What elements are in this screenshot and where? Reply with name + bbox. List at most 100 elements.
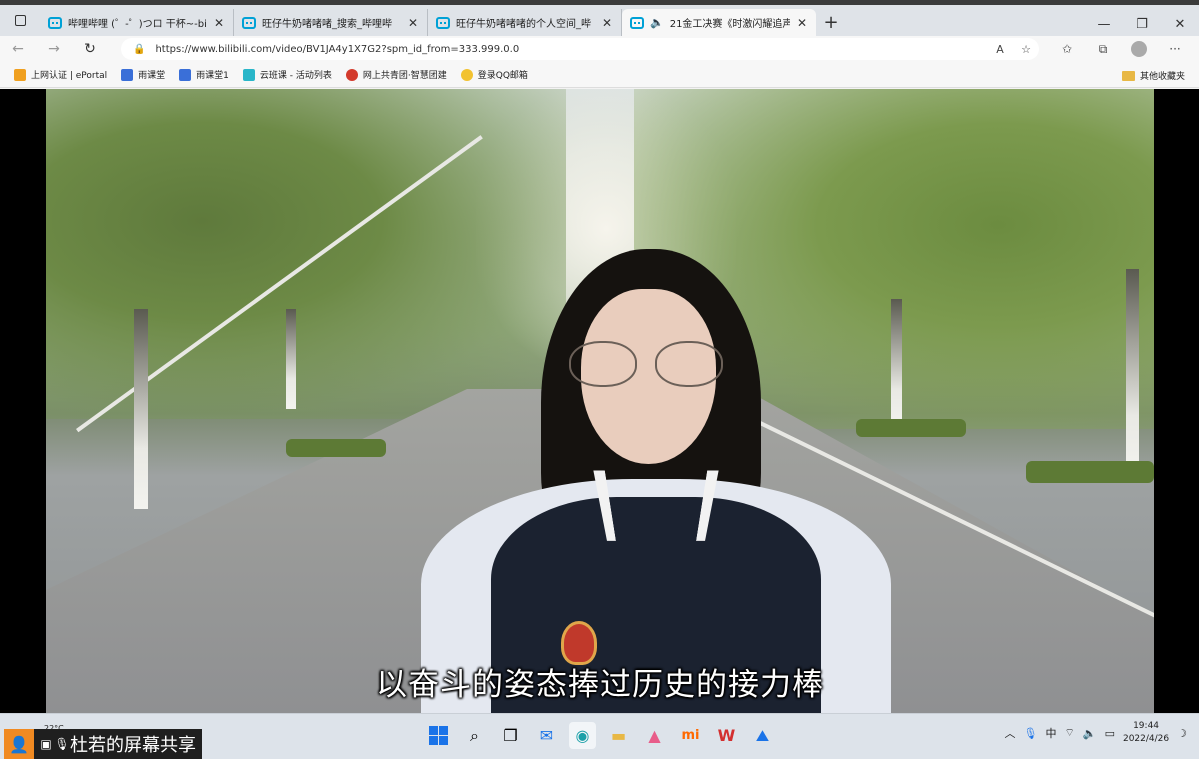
photos-icon[interactable]: ▲ bbox=[641, 722, 668, 749]
bilibili-icon bbox=[48, 16, 62, 29]
battery-icon[interactable]: ▭ bbox=[1105, 727, 1115, 740]
close-icon[interactable]: ✕ bbox=[213, 16, 225, 30]
close-window-button[interactable]: ✕ bbox=[1161, 10, 1199, 38]
more-menu-icon[interactable]: ··· bbox=[1157, 36, 1193, 62]
bookmarks-bar: 上网认证 | ePortal 雨课堂 雨课堂1 云班课 - 活动列表 网上共青团… bbox=[0, 62, 1199, 88]
meeting-app-icon[interactable]: ⛰ bbox=[749, 722, 776, 749]
ime-indicator[interactable]: 中 bbox=[1046, 725, 1057, 741]
bookmark-label: 云班课 - 活动列表 bbox=[259, 71, 332, 81]
maximize-button[interactable]: ❐ bbox=[1123, 10, 1161, 38]
cloud-icon bbox=[242, 68, 255, 81]
bookmark-youth-league[interactable]: 网上共青团·智慧团建 bbox=[345, 68, 447, 81]
minimize-button[interactable]: — bbox=[1085, 10, 1123, 38]
microphone-icon: 🎙 bbox=[54, 737, 70, 751]
clock[interactable]: 19:44 2022/4/26 bbox=[1123, 720, 1169, 746]
tree-trunk bbox=[286, 309, 296, 409]
collections-icon[interactable]: ⧉ bbox=[1085, 36, 1121, 62]
close-icon[interactable]: ✕ bbox=[407, 16, 419, 30]
share-label: 杜若的屏幕共享 bbox=[70, 735, 196, 756]
other-bookmarks-label: 其他收藏夹 bbox=[1139, 72, 1185, 82]
jacket-collar bbox=[593, 470, 719, 541]
tab-actions-icon bbox=[14, 15, 26, 26]
bookmark-label: 上网认证 | ePortal bbox=[31, 71, 108, 81]
tab-actions-button[interactable] bbox=[0, 5, 40, 36]
video-player[interactable]: 以奋斗的姿态捧过历史的接力棒 bbox=[0, 89, 1199, 713]
microphone-tray-icon[interactable]: 🎙 bbox=[1024, 727, 1038, 740]
start-icon[interactable] bbox=[425, 722, 452, 749]
bookmark-qq-mail[interactable]: 登录QQ邮箱 bbox=[460, 68, 528, 81]
file-explorer-icon[interactable]: ▬ bbox=[605, 722, 632, 749]
bookmark-label: 雨课堂1 bbox=[196, 71, 229, 81]
mi-icon[interactable]: mi bbox=[677, 722, 704, 749]
close-icon[interactable]: ✕ bbox=[601, 16, 613, 30]
speaker-icon[interactable]: 🔈 bbox=[650, 16, 664, 29]
bookmark-yuketang-1[interactable]: 雨课堂1 bbox=[179, 68, 229, 81]
qq-mail-icon bbox=[460, 68, 473, 81]
bookmark-yunbanke[interactable]: 云班课 - 活动列表 bbox=[242, 68, 332, 81]
tab-title: 旺仔牛奶啫啫啫的个人空间_哔 bbox=[456, 19, 591, 30]
tree-trunk bbox=[134, 309, 148, 509]
tree-trunk bbox=[1126, 269, 1139, 479]
bilibili-icon bbox=[630, 16, 644, 29]
tree-trunk bbox=[891, 299, 902, 429]
tab-title: 旺仔牛奶啫啫啫_搜索_哔哩哔 bbox=[262, 19, 392, 30]
yuketang-icon bbox=[121, 68, 134, 81]
address-bar: 🔒 A ☆ bbox=[121, 38, 1039, 60]
screen-share-indicator[interactable]: 👤 ▣ 🎙 杜若的屏幕共享 bbox=[4, 729, 202, 759]
hedge bbox=[286, 439, 386, 457]
clock-time: 19:44 bbox=[1133, 721, 1160, 731]
profile-avatar[interactable] bbox=[1131, 41, 1147, 57]
edge-browser-icon[interactable]: ◉ bbox=[569, 722, 596, 749]
eportal-icon bbox=[14, 68, 26, 81]
bookmark-eportal[interactable]: 上网认证 | ePortal bbox=[14, 68, 107, 81]
tab-3[interactable]: 旺仔牛奶啫啫啫的个人空间_哔 ✕ bbox=[428, 9, 622, 36]
navigation-bar: ← → ↻ 🔒 A ☆ ✩ ⧉ ··· bbox=[0, 36, 1199, 62]
window-controls: — ❐ ✕ bbox=[1085, 10, 1199, 38]
wifi-icon[interactable]: ⌔ bbox=[1065, 726, 1075, 740]
tab-1[interactable]: 哔哩哔哩 (゜-゜)つロ 干杯~-bilil ✕ bbox=[40, 9, 234, 36]
forward-button[interactable]: → bbox=[36, 36, 72, 62]
new-tab-button[interactable]: + bbox=[816, 9, 846, 36]
screen: 哔哩哔哩 (゜-゜)つロ 干杯~-bilil ✕ 旺仔牛奶啫啫啫_搜索_哔哩哔 … bbox=[0, 0, 1199, 759]
bookmark-label: 网上共青团·智慧团建 bbox=[362, 71, 447, 81]
bookmark-label: 雨课堂 bbox=[138, 71, 166, 81]
add-favorite-icon[interactable]: ☆ bbox=[1013, 43, 1039, 56]
video-frame[interactable]: 以奋斗的姿态捧过历史的接力棒 bbox=[46, 89, 1154, 713]
tray-overflow-icon[interactable]: ︿ bbox=[1005, 725, 1016, 741]
tab-strip: 哔哩哔哩 (゜-゜)つロ 干杯~-bilil ✕ 旺仔牛奶啫啫啫_搜索_哔哩哔 … bbox=[0, 0, 1199, 36]
tab-title: 21金工决赛《时激闪耀追声 bbox=[669, 19, 790, 30]
yuketang-icon bbox=[179, 68, 192, 81]
refresh-button[interactable]: ↻ bbox=[72, 36, 108, 62]
bookmark-yuketang[interactable]: 雨课堂 bbox=[121, 68, 165, 81]
favorites-icon[interactable]: ✩ bbox=[1049, 36, 1085, 62]
taskbar: 22°C 👤 ▣ 🎙 杜若的屏幕共享 ⌕ ❐ ✉ ◉ ▬ ▲ mi W ⛰ bbox=[0, 713, 1199, 759]
tab-2[interactable]: 旺仔牛奶啫啫啫_搜索_哔哩哔 ✕ bbox=[234, 9, 428, 36]
video-subtitle: 以奋斗的姿态捧过历史的接力棒 bbox=[376, 667, 824, 703]
url-input[interactable] bbox=[155, 43, 987, 55]
wps-icon[interactable]: W bbox=[713, 722, 740, 749]
bilibili-icon bbox=[242, 16, 256, 29]
bookmark-label: 登录QQ邮箱 bbox=[477, 71, 528, 81]
folder-icon bbox=[1121, 70, 1135, 81]
search-icon[interactable]: ⌕ bbox=[461, 722, 488, 749]
person-icon: 👤 bbox=[4, 729, 34, 759]
taskbar-apps: ⌕ ❐ ✉ ◉ ▬ ▲ mi W ⛰ bbox=[425, 722, 776, 749]
tab-4-active[interactable]: 🔈 21金工决赛《时激闪耀追声 ✕ bbox=[622, 9, 816, 36]
system-tray: ︿ 🎙 中 ⌔ 🔈 ▭ 19:44 2022/4/26 ☽ bbox=[1005, 720, 1187, 746]
task-view-icon[interactable]: ❐ bbox=[497, 722, 524, 749]
other-bookmarks[interactable]: 其他收藏夹 bbox=[1121, 69, 1185, 82]
hedge bbox=[1026, 461, 1154, 483]
back-button[interactable]: ← bbox=[0, 36, 36, 62]
volume-icon[interactable]: 🔈 bbox=[1083, 727, 1097, 740]
tab-title: 哔哩哔哩 (゜-゜)つロ 干杯~-bilil bbox=[68, 19, 207, 30]
bilibili-icon bbox=[436, 16, 450, 29]
close-icon[interactable]: ✕ bbox=[796, 16, 808, 30]
mail-icon[interactable]: ✉ bbox=[533, 722, 560, 749]
emblem-icon bbox=[345, 68, 358, 81]
screen-icon: ▣ bbox=[40, 737, 52, 751]
clock-date: 2022/4/26 bbox=[1122, 734, 1170, 744]
lock-icon[interactable]: 🔒 bbox=[133, 44, 145, 55]
read-aloud-icon[interactable]: A bbox=[987, 43, 1013, 56]
glasses bbox=[569, 341, 729, 389]
notification-icon[interactable]: ☽ bbox=[1177, 727, 1187, 740]
